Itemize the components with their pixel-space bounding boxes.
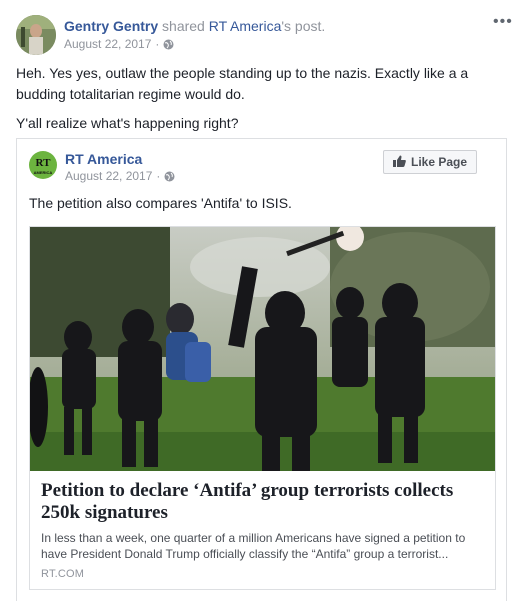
- globe-icon[interactable]: [164, 171, 175, 182]
- shared-post-text: The petition also compares 'Antifa' to I…: [29, 195, 292, 211]
- article-domain: RT.COM: [41, 568, 85, 580]
- shared-post-meta: August 22, 2017 ·: [65, 169, 175, 183]
- globe-icon[interactable]: [163, 39, 174, 50]
- post-header: Gentry Gentry shared RT America's post.: [64, 17, 325, 35]
- page-name[interactable]: RT America: [65, 151, 142, 167]
- thumbs-up-icon: [392, 155, 406, 170]
- logo-text: RT: [35, 157, 51, 169]
- logo-subtext: AMERICA: [33, 170, 53, 175]
- message-paragraph: Heh. Yes yes, outlaw the people standing…: [16, 65, 469, 102]
- shared-post-card: RT AMERICA RT America August 22, 2017 · …: [16, 138, 507, 601]
- facebook-post: Gentry Gentry shared RT America's post. …: [0, 0, 520, 601]
- post-meta: August 22, 2017 ·: [64, 37, 174, 51]
- shared-post-timestamp[interactable]: August 22, 2017: [65, 169, 152, 183]
- shared-label: shared: [162, 18, 205, 34]
- link-preview[interactable]: Petition to declare ‘Antifa’ group terro…: [29, 226, 496, 590]
- shared-page-link[interactable]: RT America: [209, 18, 282, 34]
- post-timestamp[interactable]: August 22, 2017: [64, 37, 151, 51]
- article-description: In less than a week, one quarter of a mi…: [41, 531, 466, 561]
- rt-america-logo[interactable]: RT AMERICA: [29, 151, 57, 179]
- article-title[interactable]: Petition to declare ‘Antifa’ group terro…: [41, 480, 481, 524]
- like-page-button[interactable]: Like Page: [383, 150, 477, 174]
- author-name[interactable]: Gentry Gentry: [64, 18, 158, 34]
- author-avatar[interactable]: [16, 15, 56, 55]
- more-options-icon[interactable]: •••: [493, 14, 513, 30]
- like-page-label: Like Page: [410, 155, 468, 169]
- article-photo[interactable]: [30, 227, 495, 471]
- post-message: Heh. Yes yes, outlaw the people standing…: [16, 63, 506, 142]
- shared-suffix: 's post.: [281, 18, 326, 34]
- message-paragraph: Y'all realize what's happening right?: [16, 115, 239, 131]
